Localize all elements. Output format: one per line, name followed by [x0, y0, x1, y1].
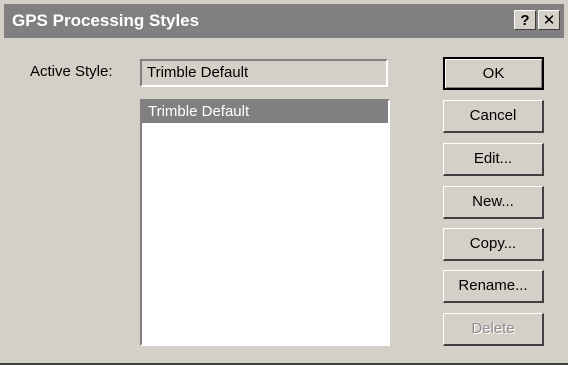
active-style-field: Trimble Default	[140, 59, 388, 87]
gps-processing-styles-dialog: GPS Processing Styles ? ✕ Active Style: …	[0, 0, 568, 365]
new-button[interactable]: New...	[443, 186, 544, 219]
close-icon: ✕	[542, 12, 556, 29]
copy-button[interactable]: Copy...	[443, 228, 544, 261]
list-item[interactable]: Trimble Default	[142, 101, 388, 123]
window-title: GPS Processing Styles	[12, 11, 200, 30]
rename-button[interactable]: Rename...	[443, 270, 544, 303]
help-icon: ?	[520, 12, 530, 29]
delete-button: Delete	[443, 313, 544, 346]
cancel-button[interactable]: Cancel	[443, 100, 544, 133]
help-button[interactable]: ?	[514, 10, 536, 30]
active-style-label: Active Style:	[30, 63, 113, 80]
close-button[interactable]: ✕	[538, 10, 560, 30]
title-bar[interactable]: GPS Processing Styles ? ✕	[4, 4, 564, 38]
edit-button[interactable]: Edit...	[443, 143, 544, 176]
styles-listbox[interactable]: Trimble Default	[140, 99, 390, 346]
ok-button[interactable]: OK	[443, 57, 544, 90]
